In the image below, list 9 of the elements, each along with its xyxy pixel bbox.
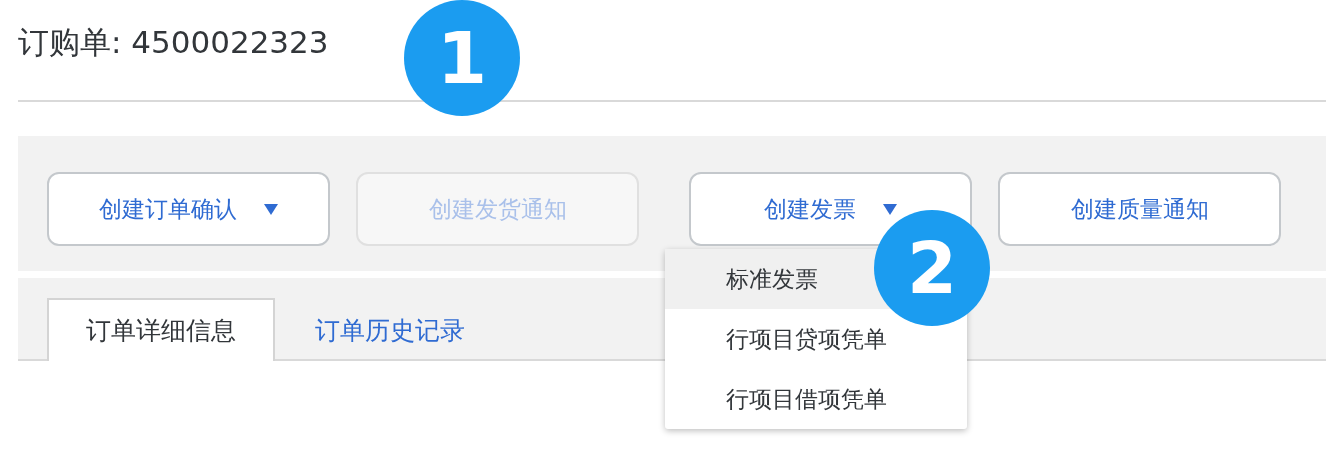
menu-item[interactable]: 行项目借项凭单 <box>665 369 967 429</box>
page-title: 订购单: 4500022323 <box>18 23 329 62</box>
step-number-tooltip: 1 <box>404 0 520 116</box>
caret-icon <box>262 203 279 215</box>
tab[interactable]: 订单历史记录 <box>275 298 505 361</box>
tab[interactable]: 订单详细信息 <box>47 298 275 361</box>
dropdown-button[interactable]: 创建订单确认 <box>47 172 330 246</box>
action-button[interactable]: 创建质量通知 <box>998 172 1281 246</box>
caret-icon <box>881 203 898 215</box>
